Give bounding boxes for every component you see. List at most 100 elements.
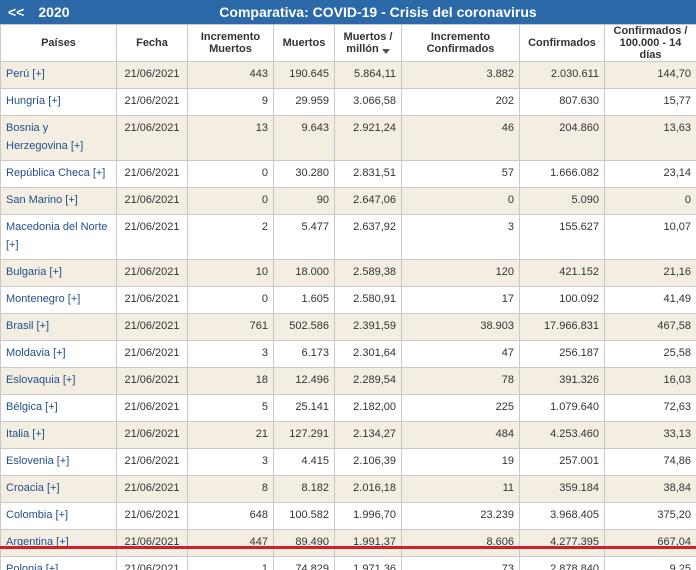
confirmed-cell: 421.152 [519, 259, 605, 287]
confirmed-100k-cell: 25,58 [604, 340, 696, 368]
confirmed-cell: 4.253.460 [519, 421, 605, 449]
table-row: Italia [+] 21/06/2021 21 127.291 2.134,27 484… [0, 421, 696, 449]
date-cell: 21/06/2021 [116, 88, 188, 116]
table-row: República Checa [+] 21/06/2021 0 30.280 2.83… [0, 160, 696, 188]
inc-confirmed-cell: 202 [401, 88, 520, 116]
table-row: Brasil [+] 21/06/2021 761 502.586 2.391,59 38… [0, 313, 696, 341]
inc-deaths-cell: 18 [187, 367, 274, 395]
inc-deaths-cell: 648 [187, 502, 274, 530]
deaths-cell: 502.586 [273, 313, 335, 341]
country-cell: Bélgica [+] [0, 394, 117, 422]
deaths-per-million-cell: 2.106,39 [334, 448, 402, 476]
country-cell: Italia [+] [0, 421, 117, 449]
inc-deaths-cell: 3 [187, 448, 274, 476]
date-cell: 21/06/2021 [116, 313, 188, 341]
country-link[interactable]: Moldavia [+] [6, 347, 66, 359]
date-cell: 21/06/2021 [116, 160, 188, 188]
inc-confirmed-cell: 38.903 [401, 313, 520, 341]
deaths-cell: 6.173 [273, 340, 335, 368]
date-cell: 21/06/2021 [116, 556, 188, 570]
table-row: Hungría [+] 21/06/2021 9 29.959 3.066,58 202 8… [0, 88, 696, 116]
country-link[interactable]: Italia [+] [6, 428, 45, 440]
deaths-cell: 18.000 [273, 259, 335, 287]
inc-deaths-cell: 10 [187, 259, 274, 287]
inc-deaths-cell: 13 [187, 115, 274, 161]
table-row: Bosnia y Herzegovina [+] 21/06/2021 13 9.64… [0, 115, 696, 161]
inc-deaths-cell: 8 [187, 475, 274, 503]
date-cell: 21/06/2021 [116, 502, 188, 530]
date-cell: 21/06/2021 [116, 61, 188, 89]
date-cell: 21/06/2021 [116, 286, 188, 314]
country-link[interactable]: Perú [+] [6, 68, 45, 80]
country-cell: Eslovenia [+] [0, 448, 117, 476]
country-link[interactable]: Montenegro [+] [6, 293, 80, 305]
country-link[interactable]: República Checa [+] [6, 167, 105, 179]
col-header-inc-confirmed[interactable]: Incremento Confirmados [401, 24, 520, 62]
date-cell: 21/06/2021 [116, 187, 188, 215]
col-header-country[interactable]: Países [0, 24, 117, 62]
confirmed-cell: 359.184 [519, 475, 605, 503]
deaths-cell: 74.829 [273, 556, 335, 570]
country-cell: Bulgaria [+] [0, 259, 117, 287]
country-link[interactable]: Bélgica [+] [6, 401, 58, 413]
country-link[interactable]: Bulgaria [+] [6, 266, 62, 278]
country-link[interactable]: Croacia [+] [6, 482, 60, 494]
deaths-cell: 9.643 [273, 115, 335, 161]
table-row: Argentina [+] 21/06/2021 447 89.490 1.991,37… [0, 529, 696, 557]
country-link[interactable]: Bosnia y Herzegovina [+] [6, 122, 83, 152]
table-row: Moldavia [+] 21/06/2021 3 6.173 2.301,64 47 25… [0, 340, 696, 368]
year-label: 2020 [38, 4, 70, 20]
inc-confirmed-cell: 46 [401, 115, 520, 161]
table-row: Montenegro [+] 21/06/2021 0 1.605 2.580,91 17… [0, 286, 696, 314]
confirmed-100k-cell: 9,25 [604, 556, 696, 570]
col-header-confirmed-100k[interactable]: Confirmados / 100.000 - 14 días [604, 24, 696, 62]
deaths-per-million-cell: 2.921,24 [334, 115, 402, 161]
sort-desc-icon [381, 49, 390, 54]
deaths-per-million-cell: 3.066,58 [334, 88, 402, 116]
prev-year-button[interactable]: << [8, 4, 24, 20]
deaths-cell: 100.582 [273, 502, 335, 530]
confirmed-100k-cell: 16,03 [604, 367, 696, 395]
deaths-cell: 4.415 [273, 448, 335, 476]
country-link[interactable]: Brasil [+] [6, 320, 49, 332]
confirmed-100k-cell: 13,63 [604, 115, 696, 161]
country-link[interactable]: San Marino [+] [6, 194, 78, 206]
confirmed-cell: 2.878.840 [519, 556, 605, 570]
col-header-deaths[interactable]: Muertos [273, 24, 335, 62]
deaths-per-million-cell: 1.971,36 [334, 556, 402, 570]
deaths-cell: 89.490 [273, 529, 335, 557]
table-row: Bélgica [+] 21/06/2021 5 25.141 2.182,00 225 1… [0, 394, 696, 422]
country-link[interactable]: Polonia [+] [6, 563, 58, 570]
country-link[interactable]: Colombia [+] [6, 509, 68, 521]
year-nav: << 2020 [0, 4, 90, 20]
col-header-deaths-per-million[interactable]: Muertos / millón [334, 24, 402, 62]
confirmed-cell: 1.079.640 [519, 394, 605, 422]
inc-deaths-cell: 21 [187, 421, 274, 449]
deaths-per-million-cell: 2.301,64 [334, 340, 402, 368]
comparison-table: Países Fecha Incremento Muertos Muertos … [0, 24, 696, 570]
confirmed-cell: 257.001 [519, 448, 605, 476]
confirmed-100k-cell: 15,77 [604, 88, 696, 116]
deaths-cell: 12.496 [273, 367, 335, 395]
table-row: San Marino [+] 21/06/2021 0 90 2.647,06 0 5.09… [0, 187, 696, 215]
country-link[interactable]: Macedonia del Norte [+] [6, 221, 108, 251]
inc-deaths-cell: 9 [187, 88, 274, 116]
col-header-confirmed[interactable]: Confirmados [519, 24, 605, 62]
table-header-row: Países Fecha Incremento Muertos Muertos … [0, 24, 696, 62]
confirmed-cell: 256.187 [519, 340, 605, 368]
confirmed-cell: 100.092 [519, 286, 605, 314]
col-header-date[interactable]: Fecha [116, 24, 188, 62]
inc-confirmed-cell: 8.606 [401, 529, 520, 557]
col-header-inc-deaths[interactable]: Incremento Muertos [187, 24, 274, 62]
date-cell: 21/06/2021 [116, 529, 188, 557]
page-title: Comparativa: COVID-19 - Crisis del coron… [219, 4, 537, 20]
inc-confirmed-cell: 3.882 [401, 61, 520, 89]
confirmed-cell: 1.666.082 [519, 160, 605, 188]
confirmed-100k-cell: 33,13 [604, 421, 696, 449]
country-link[interactable]: Eslovenia [+] [6, 455, 69, 467]
inc-deaths-cell: 1 [187, 556, 274, 570]
deaths-per-million-cell: 2.182,00 [334, 394, 402, 422]
country-link[interactable]: Hungría [+] [6, 95, 61, 107]
date-cell: 21/06/2021 [116, 448, 188, 476]
country-link[interactable]: Eslovaquia [+] [6, 374, 75, 386]
